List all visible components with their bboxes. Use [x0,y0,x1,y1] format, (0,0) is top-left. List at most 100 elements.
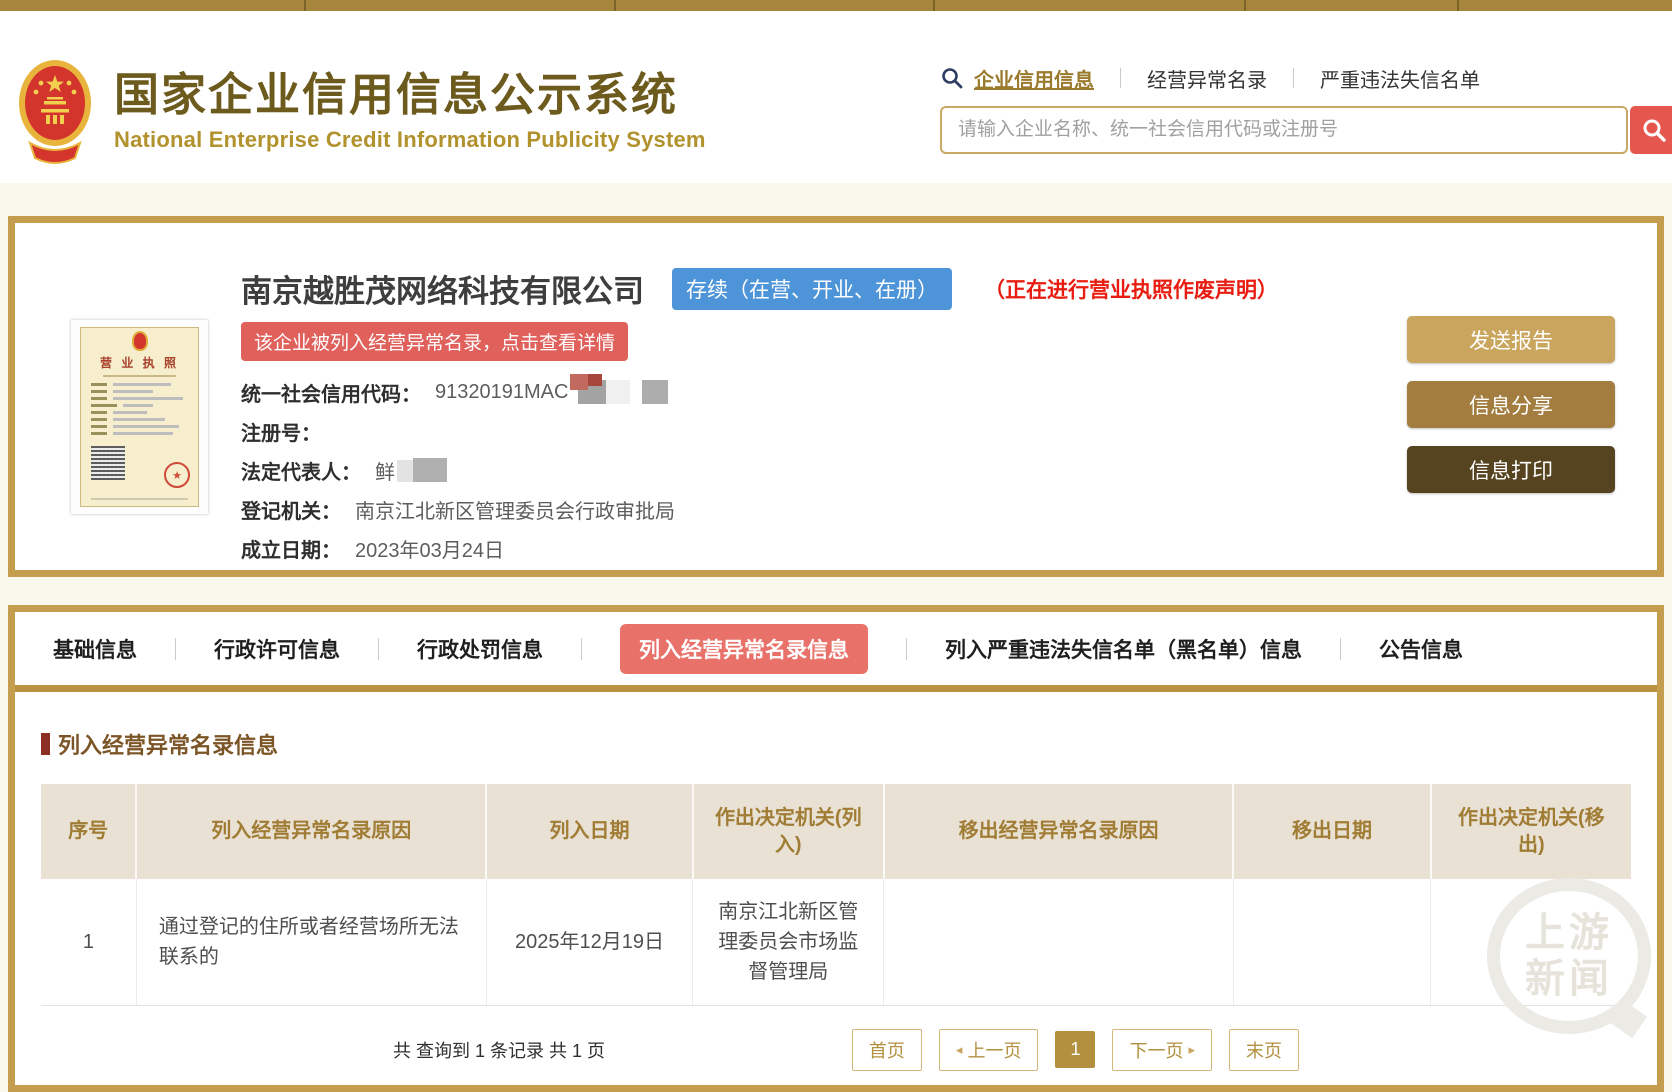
print-info-button[interactable]: 信息打印 [1407,446,1615,493]
record-count-summary: 共 查询到 1 条记录 共 1 页 [393,1037,605,1063]
divider [175,638,176,660]
field-label: 统一社会信用代码： [241,378,421,407]
detail-tabs: 基础信息 行政许可信息 行政处罚信息 列入经营异常名录信息 列入严重违法失信名单… [15,612,1657,685]
tab-blacklist[interactable]: 列入严重违法失信名单（黑名单）信息 [945,634,1302,664]
brand-text: 国家企业信用信息公示系统 National Enterprise Credit … [114,69,706,153]
column-header: 列入经营异常名录原因 [136,784,486,879]
prev-page-button[interactable]: ◂ 上一页 [939,1029,1039,1071]
last-page-button[interactable]: 末页 [1229,1029,1299,1071]
cell-inclusion-authority: 南京江北新区管理委员会市场监督管理局 [693,879,884,1005]
search-tab-enterprise-credit[interactable]: 企业信用信息 [974,64,1094,93]
detail-panel: 基础信息 行政许可信息 行政处罚信息 列入经营异常名录信息 列入严重违法失信名单… [8,605,1664,1092]
company-status-badge: 存续（在营、开业、在册） [672,268,952,310]
current-page-button[interactable]: 1 [1055,1031,1095,1068]
company-action-buttons: 发送报告 信息分享 信息打印 [1407,316,1615,568]
section-title: 列入经营异常名录信息 [41,728,1631,760]
redaction-mosaic [397,458,447,482]
site-header: 国家企业信用信息公示系统 National Enterprise Credit … [0,11,1672,183]
left-arrow-icon: ◂ [956,1042,963,1058]
license-seal-icon: ★ [164,462,190,488]
button-label: 末页 [1246,1037,1282,1063]
divider [103,375,176,377]
table-row: 1 通过登记的住所或者经营场所无法联系的 2025年12月19日 南京江北新区管… [41,879,1631,1005]
share-info-button[interactable]: 信息分享 [1407,381,1615,428]
search-icon [1641,117,1667,143]
button-label: 1 [1070,1039,1080,1060]
abnormal-list-banner[interactable]: 该企业被列入经营异常名录，点击查看详情 [241,322,628,361]
button-label: 上一页 [967,1037,1021,1063]
field-value: 2023年03月24日 [355,534,504,563]
national-emblem-logo [16,57,94,165]
column-header: 移出日期 [1233,784,1430,879]
divider [581,638,582,660]
field-label: 注册号： [241,417,321,446]
field-value: 鲜 [375,456,395,485]
cell-removal-reason [884,879,1234,1005]
field-label: 法定代表人： [241,456,361,485]
field-credit-code: 统一社会信用代码： 91320191MAC [241,373,1377,412]
tab-announcements[interactable]: 公告信息 [1379,634,1463,664]
business-license-certificate: 营 业 执 照 ★ [80,327,199,507]
field-value: 南京江北新区管理委员会行政审批局 [355,495,675,524]
company-main: 南京越胜茂网络科技有限公司 存续（在营、开业、在册） （正在进行营业执照作废声明… [241,266,1377,568]
site-title: 国家企业信用信息公示系统 [114,69,706,121]
search-submit-button[interactable] [1630,106,1672,154]
license-revoke-note: （正在进行营业执照作废声明） [984,274,1278,304]
divider [1120,68,1121,88]
search-tab-illegal-list[interactable]: 严重违法失信名单 [1320,64,1480,93]
divider [1340,638,1341,660]
tab-abnormal-list[interactable]: 列入经营异常名录信息 [620,624,868,674]
column-header: 作出决定机关(列入) [693,784,884,879]
field-legal-representative: 法定代表人： 鲜 [241,451,1377,490]
field-registration-authority: 登记机关： 南京江北新区管理委员会行政审批局 [241,490,1377,529]
next-page-button[interactable]: 下一页 ▸ [1112,1029,1212,1071]
divider [1293,68,1294,88]
site-brand: 国家企业信用信息公示系统 National Enterprise Credit … [16,57,706,165]
tab-administrative-penalty[interactable]: 行政处罚信息 [417,634,543,664]
search-box [940,106,1672,154]
search-tab-abnormal-list[interactable]: 经营异常名录 [1147,64,1267,93]
table-header-row: 序号 列入经营异常名录原因 列入日期 作出决定机关(列入) 移出经营异常名录原因… [41,784,1631,879]
top-nav-segment [1246,0,1459,11]
top-nav-bar [0,0,1672,11]
pagination-row: 共 查询到 1 条记录 共 1 页 首页 ◂ 上一页 1 下一页 ▸ 末页 [41,1032,1631,1068]
search-input[interactable] [940,106,1628,154]
company-info-rows: 统一社会信用代码： 91320191MAC 注册号： 法定代表人： [241,373,1377,568]
cell-removal-authority [1431,879,1631,1005]
field-value: 91320191MAC [435,381,568,404]
field-label: 成立日期： [241,534,341,563]
cell-inclusion-reason: 通过登记的住所或者经营场所无法联系的 [136,879,486,1005]
button-label: 首页 [869,1037,905,1063]
company-info-panel: 营 业 执 照 ★ 南京越胜茂网络科技有限公司 存续（在营、开业、在册） （正在… [8,216,1664,577]
column-header: 序号 [41,784,136,879]
first-page-button[interactable]: 首页 [852,1029,922,1071]
license-qr-code [91,446,125,480]
redaction-mosaic [570,380,668,404]
divider [378,638,379,660]
tab-basic-info[interactable]: 基础信息 [53,634,137,664]
license-emblem-icon [132,331,148,351]
divider [15,685,1657,692]
cell-removal-date [1233,879,1430,1005]
business-license-image[interactable]: 营 业 执 照 ★ [71,320,208,514]
column-header: 列入日期 [486,784,693,879]
abnormal-list-table: 序号 列入经营异常名录原因 列入日期 作出决定机关(列入) 移出经营异常名录原因… [41,784,1631,1006]
company-name: 南京越胜茂网络科技有限公司 [241,266,644,311]
divider [906,638,907,660]
search-tabs: 企业信用信息 经营异常名录 严重违法失信名单 [940,63,1672,93]
tab-administrative-license[interactable]: 行政许可信息 [214,634,340,664]
pager: 首页 ◂ 上一页 1 下一页 ▸ 末页 [852,1029,1299,1071]
right-arrow-icon: ▸ [1188,1042,1195,1058]
top-nav-segment [616,0,935,11]
column-header: 作出决定机关(移出) [1431,784,1631,879]
site-subtitle: National Enterprise Credit Information P… [114,127,706,153]
search-area: 企业信用信息 经营异常名录 严重违法失信名单 [940,63,1672,154]
divider [91,498,188,500]
cell-index: 1 [41,879,136,1005]
field-label: 登记机关： [241,495,341,524]
button-label: 下一页 [1129,1037,1183,1063]
top-nav-segment [306,0,616,11]
top-nav-segment [1459,0,1672,11]
send-report-button[interactable]: 发送报告 [1407,316,1615,363]
cell-inclusion-date: 2025年12月19日 [486,879,693,1005]
